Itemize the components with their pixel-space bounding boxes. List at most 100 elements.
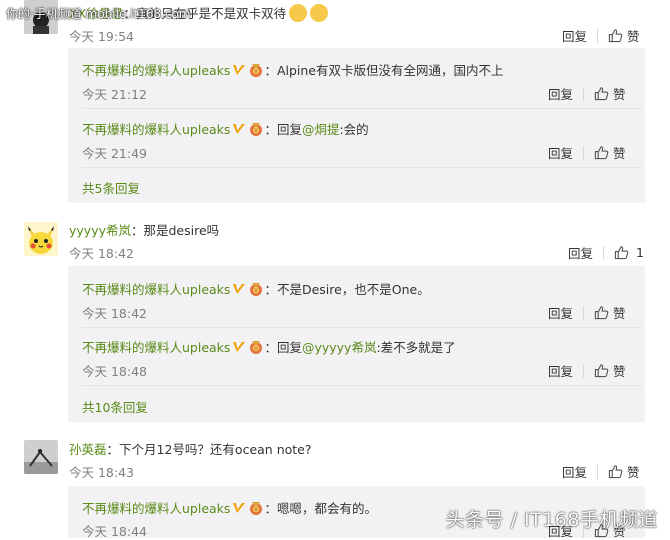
action-separator [583,363,585,378]
like-button[interactable]: 赞 [608,26,640,45]
reply-button[interactable]: 回复 [562,26,587,45]
verified-v-icon [232,341,246,353]
verified-v-icon [232,64,246,76]
thumbs-up-icon [608,464,623,479]
like-button[interactable]: 赞 [594,143,626,162]
reply-button[interactable]: 回复 [548,143,573,162]
reply-button[interactable]: 回复 [548,303,573,322]
like-label: 赞 [627,29,640,44]
like-button[interactable]: 赞 [594,303,626,322]
comment-actions: 回复 赞 [562,26,640,45]
reply-button[interactable]: 回复 [562,462,587,481]
reply-button[interactable]: 回复 [548,361,573,380]
action-separator [603,245,605,260]
reply-actions: 回复 赞 [548,303,626,322]
action-separator [597,28,599,43]
like-label: 赞 [613,364,626,379]
reply-text: 不再爆料的爆料人upleaks ：不是Desire，也不是One。 [82,279,430,298]
member-medal-icon [248,339,264,355]
comment-time: 今天 18:43 [69,465,134,480]
cry-emoji-icon [289,4,308,22]
verified-v-icon [232,283,246,295]
reply-button[interactable]: 回复 [548,84,573,103]
reply-time: 今天 18:42 [82,306,147,321]
action-separator [583,86,585,101]
like-label: 赞 [613,87,626,102]
reply-time: 今天 21:12 [82,87,147,102]
thumbs-up-icon [594,305,609,320]
action-separator [597,464,599,479]
comment-time: 今天 18:42 [69,246,134,261]
reply-text: 不再爆料的爆料人upleaks ：Alpine有双卡版但没有全网通，国内不上 [82,60,503,79]
reply-box: 不再爆料的爆料人upleaks ：Alpine有双卡版但没有全网通，国内不上 今天… [68,48,645,203]
comment-actions: 回复 赞 [562,462,640,481]
thumbs-up-icon [594,363,609,378]
verified-v-icon [232,502,246,514]
reply-button[interactable]: 回复 [568,243,593,262]
avatar[interactable] [24,222,58,256]
comment-time: 今天 19:54 [69,29,134,44]
reply-text: 不再爆料的爆料人upleaks ：嗯嗯，都会有的。 [82,498,377,517]
reply-body: ：嗯嗯，都会有的。 [264,501,377,516]
comment-text: 孙英磊：下个月12号吗？还有ocean note? [69,439,311,458]
like-label: 赞 [627,465,640,480]
mention-link[interactable]: @yyyyy希岚 [302,340,377,355]
reply-time: 今天 18:48 [82,364,147,379]
cry-emoji-icon [310,4,329,22]
like-button[interactable]: 赞 [608,462,640,481]
pikachu-avatar-image [24,222,58,256]
reply-username[interactable]: 不再爆料的爆料人upleaks [82,340,230,355]
like-button[interactable]: 赞 [594,84,626,103]
like-button[interactable]: 赞 [594,361,626,380]
reply-prefix: ：回复 [264,340,302,355]
reply-body: ：Alpine有双卡版但没有全网通，国内不上 [264,63,504,78]
comment-username[interactable]: 孙英磊 [69,442,107,457]
reply-body: ：不是Desire，也不是One。 [264,282,430,297]
divider [82,167,642,168]
reply-actions: 回复 赞 [548,143,626,162]
comment-actions: 回复 1 [568,243,644,262]
reply-box: 不再爆料的爆料人upleaks ：不是Desire，也不是One。 今天 18:4… [68,266,645,422]
like-label: 赞 [613,146,626,161]
reply-body: :差不多就是了 [376,340,456,355]
member-medal-icon [248,62,264,78]
reply-text: 不再爆料的爆料人upleaks ：回复@烔提:会的 [82,119,369,138]
reply-time: 今天 18:44 [82,524,147,539]
site-watermark: 你的·手机频道 mobile.it168.com [6,7,191,21]
reply-username[interactable]: 不再爆料的爆料人upleaks [82,63,230,78]
like-count: 1 [636,245,644,260]
member-medal-icon [248,281,264,297]
source-watermark: 头条号 / IT168手机频道 [445,509,658,531]
like-label: 赞 [613,306,626,321]
thumbs-up-icon [594,145,609,160]
reply-time: 今天 21:49 [82,146,147,161]
thumbs-up-icon [594,86,609,101]
mention-link[interactable]: @烔提 [302,122,340,137]
comment-text: yyyyy希岚：那是desire吗 [69,220,219,239]
thumbs-up-icon [614,245,629,260]
reply-prefix: ：回复 [264,122,302,137]
reply-username[interactable]: 不再爆料的爆料人upleaks [82,282,230,297]
member-medal-icon [248,121,264,137]
action-separator [583,305,585,320]
avatar-image [24,440,58,474]
divider [82,327,642,328]
show-all-replies-link[interactable]: 共5条回复 [82,178,140,197]
reply-actions: 回复 赞 [548,84,626,103]
divider [82,385,642,386]
show-all-replies-link[interactable]: 共10条回复 [82,397,148,416]
reply-actions: 回复 赞 [548,361,626,380]
member-medal-icon [248,500,264,516]
divider [82,108,642,109]
reply-text: 不再爆料的爆料人upleaks ：回复@yyyyy希岚:差不多就是了 [82,337,456,356]
reply-username[interactable]: 不再爆料的爆料人upleaks [82,122,230,137]
comment-username[interactable]: yyyyy希岚 [69,223,131,238]
thumbs-up-icon [608,28,623,43]
comment-1-header: XX徐悬悬：真的只在乎是不是双卡双待 你的·手机频道 mobile.it168.… [0,0,670,34]
comment-body: ：那是desire吗 [131,223,220,238]
reply-body: :会的 [339,122,369,137]
comment-body: ：下个月12号吗？还有ocean note? [106,442,312,457]
avatar[interactable] [24,440,58,474]
reply-username[interactable]: 不再爆料的爆料人upleaks [82,501,230,516]
like-button[interactable]: 1 [614,245,644,260]
